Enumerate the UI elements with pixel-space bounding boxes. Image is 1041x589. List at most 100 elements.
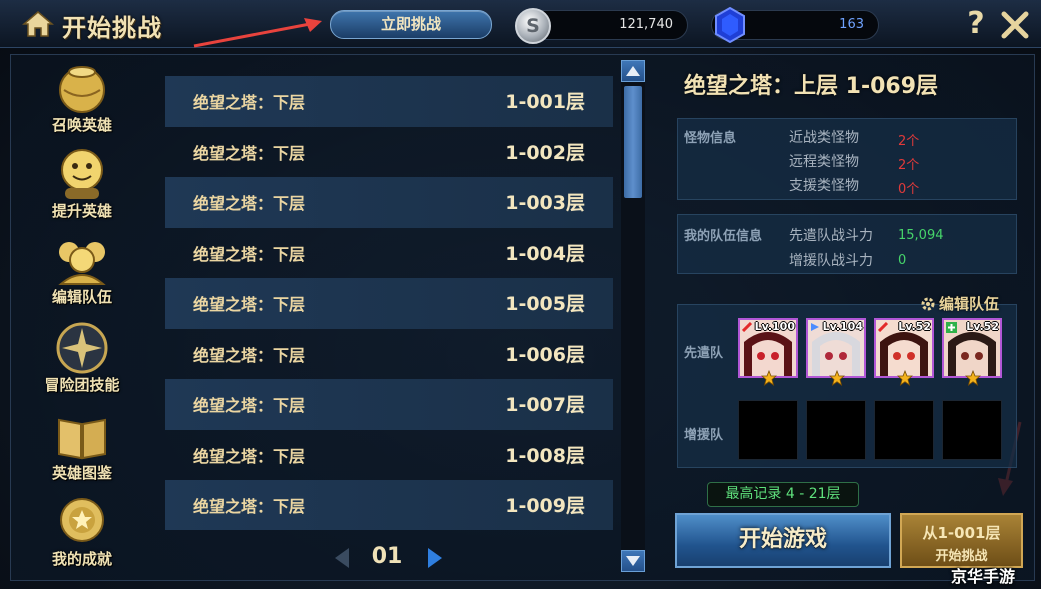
team-stat-key: 增援队战斗力 [789,253,873,269]
nav-label: 冒险团技能 [44,376,120,394]
hero-level: Lv.104 [822,320,863,333]
floor-row[interactable]: 绝望之塔：下层 1-007层 [165,379,613,430]
floor-number: 1-009层 [505,495,585,517]
best-record-badge: 最高记录 4 - 21层 [707,482,859,507]
support-slot-empty[interactable] [738,400,798,460]
floor-row[interactable]: 绝望之塔：下层 1-003层 [165,177,613,228]
monster-count: 0个 [898,182,920,197]
next-page-arrow-icon[interactable] [426,546,444,570]
floor-number: 1-001层 [505,91,585,113]
team-icon [58,242,106,285]
nav-hero-collection[interactable]: 英雄图鉴 [30,408,134,492]
floor-number: 1-002层 [505,141,585,164]
star-icon [829,370,845,386]
silver-value: 121,740 [619,17,673,32]
floor-name: 绝望之塔：下层 [193,446,306,466]
start-from-floor-line2: 开始挑战 [935,549,988,564]
nav-edit-team[interactable]: 编辑队伍 [30,232,134,316]
hero-slot[interactable]: Lv.104 [806,318,866,378]
nav-label: 召唤英雄 [51,116,112,134]
floor-number: 1-004层 [505,242,585,265]
team-stat-value: 0 [898,253,907,268]
floor-list-scrollbar[interactable] [621,60,645,572]
page-number: 01 [371,544,403,569]
compass-star-icon [56,322,108,374]
team-stat-key: 先遣队战斗力 [789,228,873,244]
vanguard-label: 先遣队 [684,346,724,361]
monster-count: 2个 [898,134,920,149]
floor-row[interactable]: 绝望之塔：下层 1-002层 [165,127,613,178]
bow-icon [811,323,819,331]
start-from-floor-button[interactable]: 从1-001层 开始挑战 [900,513,1023,568]
floor-row[interactable]: 绝望之塔：下层 1-008层 [165,430,613,481]
prev-page-arrow-icon[interactable] [333,546,351,570]
floor-row[interactable]: 绝望之塔：下层 1-006层 [165,329,613,380]
watermark-text: 京华手游 [951,567,1016,586]
floor-number: 1-003层 [505,192,585,214]
monster-info-label: 怪物信息 [684,131,737,146]
nav-label: 编辑队伍 [51,288,112,306]
scroll-thumb[interactable] [624,86,642,198]
floor-name: 绝望之塔：下层 [193,396,306,415]
nav-upgrade-hero[interactable]: 提升英雄 [30,146,134,230]
monster-type: 支援类怪物 [789,178,859,194]
monster-count: 2个 [898,158,920,173]
monster-type: 近战类怪物 [789,130,859,146]
hero-slot[interactable]: Lv.100 [738,318,798,378]
support-slot-empty[interactable] [874,400,934,460]
support-slot-empty[interactable] [806,400,866,460]
hero-level: Lv.52 [966,320,999,333]
gem-currency: 163 [711,7,879,43]
home-icon[interactable] [22,10,54,38]
stage-title: 绝望之塔：上层 1-069层 [684,74,939,99]
nav-adventure-skills[interactable]: 冒险团技能 [30,320,134,404]
close-icon[interactable] [1000,10,1030,40]
silver-currency: S 121,740 [515,8,688,44]
floor-row[interactable]: 绝望之塔：下层 1-001层 [165,76,613,127]
support-slot-empty[interactable] [942,400,1002,460]
nav-label: 英雄图鉴 [51,464,112,482]
floor-name: 绝望之塔：下层 [193,93,306,112]
floor-row[interactable]: 绝望之塔：下层 1-005层 [165,278,613,329]
summon-urn-icon [59,66,105,113]
floor-name: 绝望之塔：下层 [193,295,306,314]
gem-value: 163 [839,17,864,32]
silver-coin-icon: S [515,8,551,44]
triangle-up-icon [626,66,640,76]
heal-cross-icon [946,322,957,333]
hero-level: Lv.52 [898,320,931,333]
level-up-face-icon [61,149,103,199]
floor-row[interactable]: 绝望之塔：下层 1-009层 [165,480,613,530]
edit-team-label: 编辑队伍 [939,295,1000,313]
page-title: 开始挑战 [62,14,162,42]
floor-name: 绝望之塔：下层 [193,244,306,264]
team-info-label: 我的队伍信息 [684,229,763,244]
nav-my-achievements[interactable]: 我的成就 [30,494,134,578]
gear-icon [921,297,935,311]
scroll-down-button[interactable] [621,550,645,572]
annotation-arrow-top [193,18,322,48]
instant-challenge-button[interactable]: 立即挑战 [330,10,492,39]
floor-number: 1-008层 [505,444,585,467]
floor-name: 绝望之塔：下层 [193,345,306,365]
hero-slot[interactable]: Lv.52 [942,318,1002,378]
sword-icon [878,322,888,332]
start-game-button[interactable]: 开始游戏 [675,513,891,568]
nav-summon-hero[interactable]: 召唤英雄 [30,60,134,144]
hero-level: Lv.100 [754,320,795,333]
medal-icon [60,498,104,542]
floor-number: 1-005层 [505,293,585,315]
floor-row[interactable]: 绝望之塔：下层 1-004层 [165,228,613,279]
star-icon [897,370,913,386]
blue-gem-icon [715,7,745,43]
hero-slot[interactable]: Lv.52 [874,318,934,378]
monster-type: 远程类怪物 [789,154,859,170]
edit-team-link[interactable]: 编辑队伍 [920,293,999,314]
floor-number: 1-007层 [505,394,585,416]
scroll-up-button[interactable] [621,60,645,82]
floor-name: 绝望之塔：下层 [193,143,306,163]
floor-name: 绝望之塔：下层 [193,194,306,213]
top-bar: 开始挑战 立即挑战 S 121,740 163 ? [0,0,1041,48]
help-question-icon[interactable]: ? [963,6,989,41]
floor-list: 绝望之塔：下层 1-001层 绝望之塔：下层 1-002层 绝望之塔：下层 1-… [165,76,613,530]
